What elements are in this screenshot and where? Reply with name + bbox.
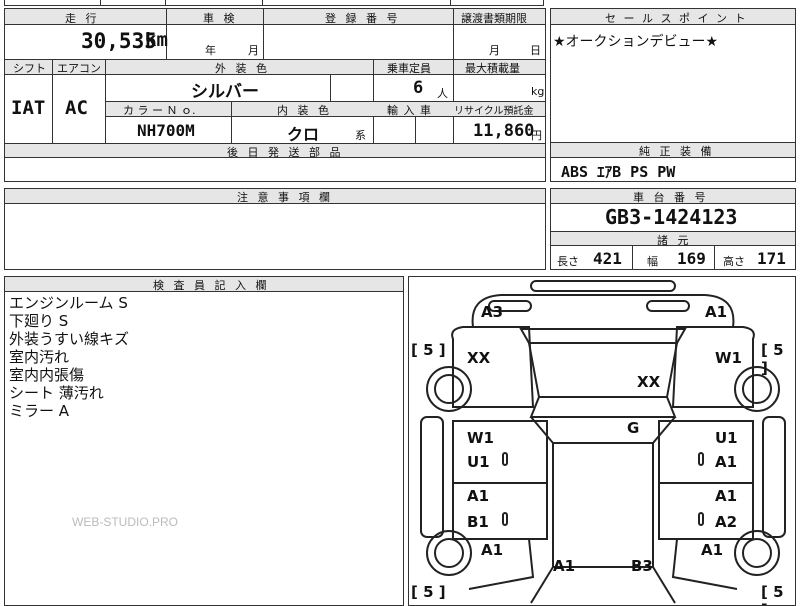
transfer-month-label: 月: [489, 44, 500, 57]
equipment-header: 純 正 装 備: [639, 145, 715, 158]
recycle-unit: 円: [531, 129, 542, 142]
inspector-line: 外装うすい線キズ: [9, 330, 130, 348]
damage-a1-front-door-right: A1: [715, 453, 738, 471]
capacity-value: 6: [413, 78, 424, 98]
damage-a3-front-left: A3: [481, 303, 504, 321]
damage-a1-rear-left: A1: [553, 557, 576, 575]
chassis-header: 車 台 番 号: [633, 191, 709, 204]
damage-xx-fender-left: XX: [467, 349, 491, 367]
length-value: 421: [593, 249, 622, 268]
aircon-value: AC: [65, 97, 88, 119]
header-interior-color: 内 装 色: [277, 104, 332, 117]
header-recycle: リサイクル預託金: [454, 106, 534, 117]
header-shift: シフト: [13, 62, 46, 75]
shaken-year-label: 年: [205, 44, 216, 57]
inspector-line: エンジンルーム S: [9, 294, 128, 312]
header-color-no: カ ラ ー Ｎ ｏ.: [123, 104, 196, 117]
damage-a1-rear-door-right: A1: [715, 487, 738, 505]
recycle-value: 11,860: [473, 121, 535, 141]
inspector-line: 室内内張傷: [9, 366, 85, 384]
notes-box: 注 意 事 項 欄: [4, 188, 546, 270]
vehicle-info-table: 走 行 車 検 登 録 番 号 譲渡書類期限 30,535 km 年 月 月 日…: [4, 8, 546, 182]
length-label: 長さ: [557, 255, 579, 268]
interior-color-suffix: 系: [355, 129, 366, 142]
damage-u1-front-door-right: U1: [715, 429, 738, 447]
inspector-line: 室内汚れ: [9, 348, 70, 366]
tyre-rear-left: [ 5 ]: [411, 583, 446, 601]
header-later-parts: 後 日 発 送 部 品: [227, 146, 344, 159]
transfer-day-label: 日: [530, 44, 541, 57]
damage-xx-hood: XX: [637, 373, 661, 391]
equipment-items: ABS ｴｱB PS PW: [561, 163, 676, 181]
shaken-month-label: 月: [248, 44, 259, 57]
width-label: 幅: [647, 255, 658, 268]
interior-color-value: クロ: [287, 125, 320, 144]
notes-header: 注 意 事 項 欄: [237, 191, 333, 204]
top-stub-row: [4, 0, 544, 6]
width-value: 169: [677, 249, 706, 268]
equipment-box: 純 正 装 備 ABS ｴｱB PS PW: [550, 142, 796, 182]
chassis-number: GB3-1424123: [605, 205, 738, 229]
damage-w1-fender-right: W1: [715, 349, 742, 367]
header-shaken: 車 検: [203, 12, 238, 25]
sale-points-box: セ ー ル ス ポ イ ン ト ★オークションデビュー★: [550, 8, 796, 144]
tyre-rear-right: [ 5 ]: [761, 583, 784, 605]
inspector-line: シート 薄汚れ: [9, 384, 104, 402]
tyre-front-left: [ 5 ]: [411, 341, 446, 359]
header-registration: 登 録 番 号: [325, 12, 401, 25]
height-value: 171: [757, 249, 786, 268]
header-mileage: 走 行: [65, 12, 100, 25]
header-capacity: 乗車定員: [387, 62, 431, 75]
damage-a1-rear-fender-right: A1: [701, 541, 724, 559]
damage-w1-front-door-left: W1: [467, 429, 494, 447]
damage-g-roof: G: [627, 419, 640, 437]
tyre-front-right: [ 5 ]: [761, 341, 784, 377]
damage-a1-front-right: A1: [705, 303, 728, 321]
header-aircon: エアコン: [57, 62, 101, 75]
load-unit: kg: [531, 85, 545, 98]
shift-value: IAT: [11, 97, 46, 119]
header-exterior-color: 外 装 色: [215, 62, 270, 75]
color-no-value: NH700M: [137, 121, 195, 140]
height-label: 高さ: [723, 255, 745, 268]
sale-points-header: セ ー ル ス ポ イ ン ト: [605, 12, 748, 25]
damage-a1-rear-fender-left: A1: [481, 541, 504, 559]
exterior-color-value: シルバー: [191, 82, 259, 102]
damage-a1-rear-door-left: A1: [467, 487, 490, 505]
inspector-line: ミラー A: [9, 402, 70, 420]
spec-header: 諸 元: [657, 234, 692, 247]
chassis-box: 車 台 番 号 GB3-1424123 諸 元 長さ 421 幅 169 高さ …: [550, 188, 796, 270]
mileage-unit: km: [145, 29, 168, 51]
damage-b1-rear-door-left: B1: [467, 513, 489, 531]
header-transfer-deadline: 譲渡書類期限: [461, 12, 527, 25]
inspector-box: 検 査 員 記 入 欄 エンジンルーム S 下廻り S 外装うすい線キズ 室内汚…: [4, 276, 404, 606]
damage-a2-rear-door-right: A2: [715, 513, 738, 531]
damage-b3-rear-right: B3: [631, 557, 653, 575]
header-max-load: 最大積載量: [465, 62, 520, 75]
capacity-unit: 人: [437, 87, 448, 100]
sale-points-text: ★オークションデビュー★: [553, 34, 719, 50]
damage-u1-front-door-left: U1: [467, 453, 490, 471]
watermark: WEB-STUDIO.PRO: [72, 515, 179, 529]
inspector-header: 検 査 員 記 入 欄: [153, 279, 270, 292]
header-import: 輸 入 車: [387, 104, 432, 117]
inspector-line: 下廻り S: [9, 312, 69, 330]
car-diagram-box: [ 5 ] [ 5 ] [ 5 ] [ 5 ] A3 A1 XX W1 XX G…: [408, 276, 796, 606]
